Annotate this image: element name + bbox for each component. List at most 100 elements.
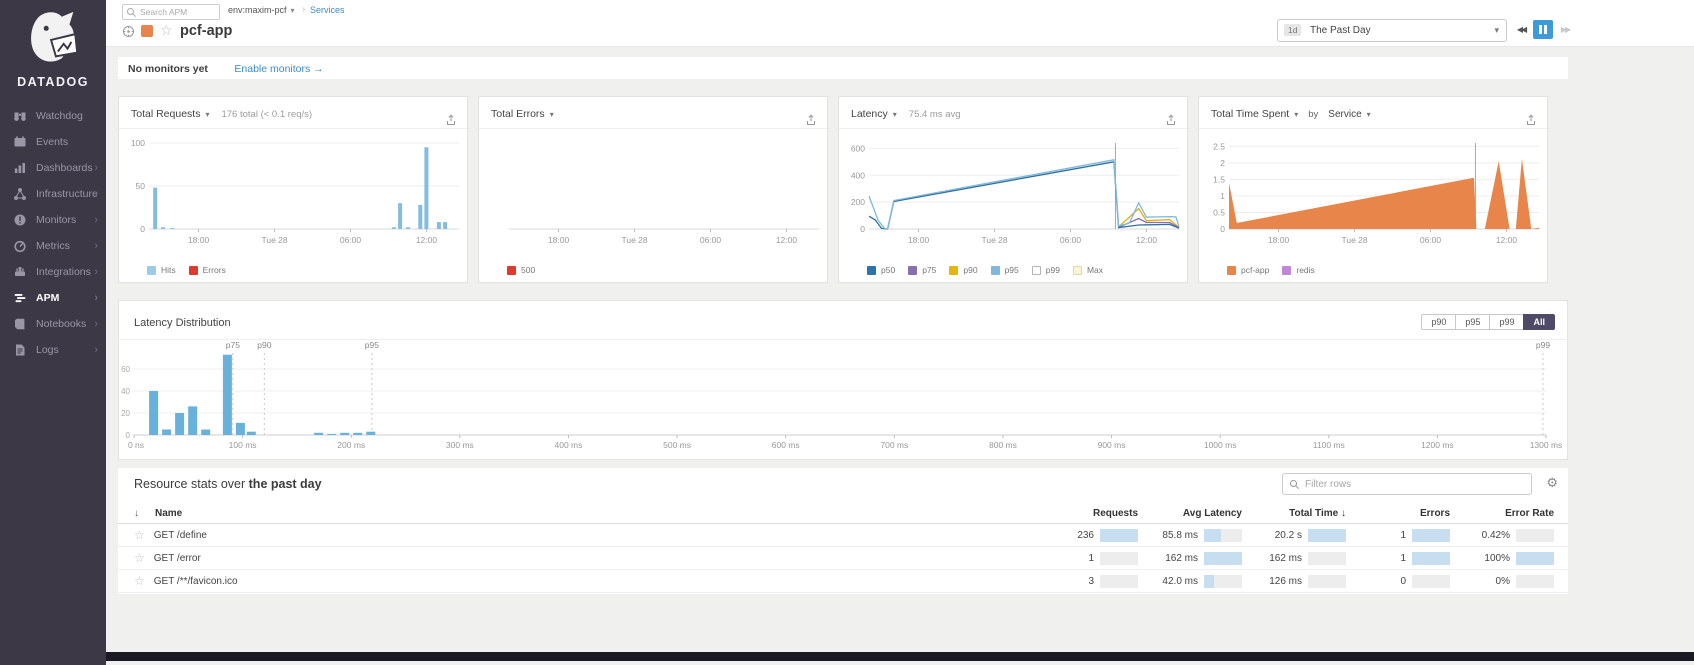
sidebar-item-infrastructure[interactable]: Infrastructure› bbox=[0, 181, 106, 207]
sidebar-item-apm[interactable]: APM› bbox=[0, 285, 106, 311]
legend-item[interactable]: pcf-app bbox=[1227, 265, 1269, 275]
env-selector[interactable]: env:maxim-pcf▾ bbox=[228, 5, 295, 15]
panel-title[interactable]: Total Errors bbox=[491, 108, 545, 120]
legend-item[interactable]: Max bbox=[1073, 265, 1103, 275]
svg-text:400: 400 bbox=[851, 170, 865, 180]
cell-value: 3 bbox=[1088, 576, 1094, 587]
breadcrumb-services-link[interactable]: Services bbox=[310, 5, 345, 15]
table-cell: 126 ms bbox=[1242, 575, 1346, 588]
row-favorite-star-icon[interactable]: ☆ bbox=[134, 551, 145, 565]
datadog-logo[interactable]: DATADOG bbox=[0, 0, 106, 89]
sidebar-item-notebooks[interactable]: Notebooks› bbox=[0, 311, 106, 337]
export-icon[interactable] bbox=[805, 106, 817, 137]
legend-swatch bbox=[908, 266, 917, 275]
panel-total_time: Total Time Spent▾byService▾00.511.522.51… bbox=[1198, 96, 1548, 283]
legend-item[interactable]: Hits bbox=[147, 265, 176, 275]
cell-value: 0% bbox=[1496, 576, 1510, 587]
table-row[interactable]: ☆GET /error1162 ms162 ms1100% bbox=[118, 547, 1568, 570]
enable-monitors-link[interactable]: Enable monitors → bbox=[234, 63, 323, 75]
legend-item[interactable]: p50 bbox=[867, 265, 895, 275]
sidebar-item-integrations[interactable]: Integrations› bbox=[0, 259, 106, 285]
chart-total_errors: 18:00Tue 2806:0012:00 bbox=[479, 129, 829, 251]
group-by-select[interactable]: Service bbox=[1328, 109, 1361, 120]
legend-label: Errors bbox=[203, 265, 226, 275]
sidebar-item-logs[interactable]: Logs› bbox=[0, 337, 106, 363]
panel-title[interactable]: Total Time Spent bbox=[1211, 108, 1289, 120]
bottom-bar bbox=[106, 652, 1694, 661]
table-cell: 20.2 s bbox=[1242, 529, 1346, 542]
export-icon[interactable] bbox=[1525, 106, 1537, 137]
column-header-avg-latency[interactable]: Avg Latency bbox=[1138, 508, 1242, 519]
cell-bar bbox=[1412, 575, 1450, 588]
legend-item[interactable]: 500 bbox=[507, 265, 535, 275]
column-header-requests[interactable]: Requests bbox=[1034, 508, 1138, 519]
cell-bar bbox=[1412, 529, 1450, 542]
export-icon[interactable] bbox=[1165, 106, 1177, 137]
column-header-errors[interactable]: Errors bbox=[1346, 508, 1450, 519]
svg-text:06:00: 06:00 bbox=[1420, 235, 1442, 245]
percentile-button-p99[interactable]: p99 bbox=[1489, 314, 1524, 330]
time-forward-button[interactable]: ▶▶ bbox=[1555, 20, 1575, 39]
resource-name-link[interactable]: GET /error bbox=[154, 553, 201, 564]
svg-text:18:00: 18:00 bbox=[548, 235, 570, 245]
legend-item[interactable]: redis bbox=[1282, 265, 1314, 275]
cell-value: 0 bbox=[1400, 576, 1406, 587]
percentile-button-p95[interactable]: p95 bbox=[1455, 314, 1490, 330]
legend-item[interactable]: p90 bbox=[949, 265, 977, 275]
chevron-right-icon: › bbox=[94, 155, 98, 181]
time-pause-button[interactable] bbox=[1533, 20, 1553, 39]
time-range-select[interactable]: 1d The Past Day ▾ bbox=[1277, 19, 1507, 42]
dashboards-icon bbox=[13, 161, 27, 175]
sidebar-item-dashboards[interactable]: Dashboards› bbox=[0, 155, 106, 181]
svg-text:1200 ms: 1200 ms bbox=[1421, 440, 1454, 450]
legend-swatch bbox=[991, 266, 1000, 275]
legend-item[interactable]: Errors bbox=[189, 265, 226, 275]
svg-text:400 ms: 400 ms bbox=[555, 440, 583, 450]
legend-label: p99 bbox=[1046, 265, 1060, 275]
table-row[interactable]: ☆GET /define23685.8 ms20.2 s10.42% bbox=[118, 524, 1568, 547]
sidebar-item-label: Logs bbox=[36, 337, 59, 363]
filter-rows-box[interactable] bbox=[1282, 473, 1532, 495]
svg-text:12:00: 12:00 bbox=[1136, 235, 1158, 245]
legend-swatch bbox=[1227, 266, 1236, 275]
chevron-right-icon: › bbox=[94, 311, 98, 337]
svg-text:200 ms: 200 ms bbox=[337, 440, 365, 450]
sidebar-item-metrics[interactable]: Metrics› bbox=[0, 233, 106, 259]
table-settings-gear-icon[interactable]: ⚙ bbox=[1546, 476, 1558, 489]
svg-text:0 ns: 0 ns bbox=[128, 440, 144, 450]
resource-name-link[interactable]: GET /define bbox=[154, 530, 207, 541]
column-header-name[interactable]: ↓Name bbox=[134, 508, 1034, 519]
sidebar-item-events[interactable]: Events bbox=[0, 129, 106, 155]
sidebar-item-watchdog[interactable]: Watchdog bbox=[0, 103, 106, 129]
row-favorite-star-icon[interactable]: ☆ bbox=[134, 528, 145, 542]
sidebar: DATADOG WatchdogEventsDashboards›Infrast… bbox=[0, 0, 106, 665]
legend-item[interactable]: p99 bbox=[1032, 265, 1060, 275]
table-cell: 236 bbox=[1034, 529, 1138, 542]
legend-item[interactable]: p75 bbox=[908, 265, 936, 275]
legend-swatch bbox=[507, 266, 516, 275]
filter-rows-input[interactable] bbox=[1303, 475, 1527, 493]
cell-value: 85.8 ms bbox=[1162, 530, 1198, 541]
legend-item[interactable]: p95 bbox=[991, 265, 1019, 275]
export-icon[interactable] bbox=[445, 106, 457, 137]
column-header-total-time[interactable]: Total Time ↓ bbox=[1242, 508, 1346, 519]
service-settings-icon[interactable] bbox=[122, 25, 135, 43]
resource-name-link[interactable]: GET /**/favicon.ico bbox=[154, 576, 238, 587]
sidebar-item-monitors[interactable]: Monitors› bbox=[0, 207, 106, 233]
percentile-button-p90[interactable]: p90 bbox=[1421, 314, 1456, 330]
panel-title[interactable]: Latency bbox=[851, 108, 888, 120]
panel-title[interactable]: Total Requests bbox=[131, 108, 200, 120]
row-favorite-star-icon[interactable]: ☆ bbox=[134, 574, 145, 588]
table-row[interactable]: ☆GET /**/favicon.ico342.0 ms126 ms00% bbox=[118, 570, 1568, 593]
percentile-button-all[interactable]: All bbox=[1523, 314, 1555, 330]
search-input[interactable] bbox=[138, 5, 218, 19]
column-header-error-rate[interactable]: Error Rate bbox=[1450, 508, 1554, 519]
cell-bar bbox=[1100, 575, 1138, 588]
search-box[interactable] bbox=[122, 4, 220, 20]
favorite-star-icon[interactable]: ☆ bbox=[160, 22, 173, 39]
cell-bar bbox=[1100, 529, 1138, 542]
chevron-right-icon: › bbox=[94, 285, 98, 311]
time-rewind-button[interactable]: ◀◀ bbox=[1511, 20, 1531, 39]
chart-legend: 500 bbox=[507, 265, 535, 275]
chart-total_requests: 05010018:00Tue 2806:0012:00 bbox=[119, 129, 469, 251]
